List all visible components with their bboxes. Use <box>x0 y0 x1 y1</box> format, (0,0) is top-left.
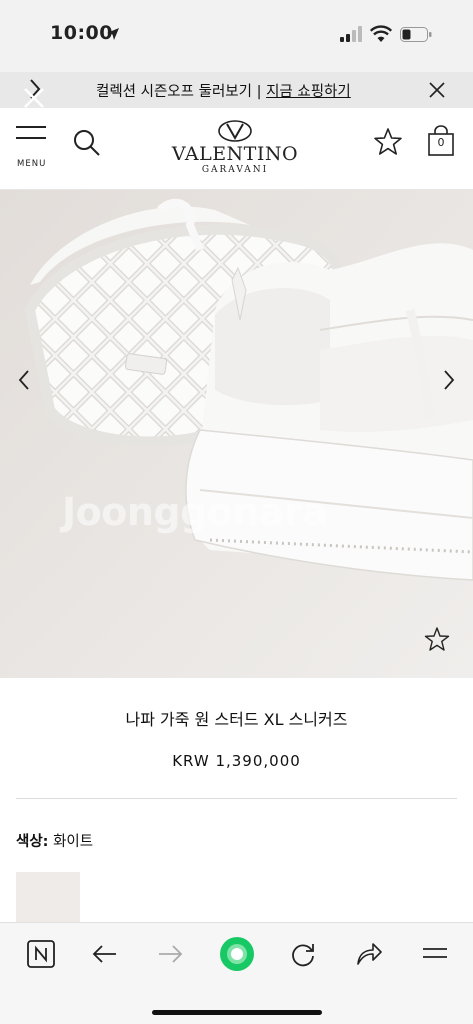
promo-shop-link[interactable]: 지금 쇼핑하기 <box>266 84 351 100</box>
browser-toolbar <box>0 922 473 1024</box>
color-value: 화이트 <box>48 834 94 850</box>
hamburger-icon <box>16 126 50 139</box>
divider <box>16 798 457 799</box>
chevron-right-icon[interactable] <box>441 368 457 392</box>
sneaker-photo <box>0 190 473 678</box>
menu-icon[interactable] <box>420 939 450 969</box>
close-overlay-icon[interactable] <box>22 86 46 110</box>
promo-text: 컬렉션 시즌오프 둘러보기 | 지금 쇼핑하기 <box>96 80 351 101</box>
home-indicator <box>152 1010 322 1015</box>
color-swatch[interactable] <box>16 872 80 928</box>
chevron-left-icon[interactable] <box>16 368 32 392</box>
color-label: 색상: <box>16 834 49 850</box>
menu-label: MENU <box>17 159 47 169</box>
signal-icon <box>340 26 362 42</box>
green-dot-icon[interactable] <box>218 935 256 973</box>
product-image-carousel[interactable]: Joonggonara <box>0 190 473 678</box>
status-bar: 10:00 <box>0 0 473 72</box>
share-icon[interactable] <box>354 939 384 969</box>
battery-icon <box>400 27 432 42</box>
forward-arrow-icon[interactable] <box>155 939 185 969</box>
product-price: KRW 1,390,000 <box>172 752 301 770</box>
shopping-bag-button[interactable]: 0 <box>426 125 456 157</box>
location-arrow-icon <box>107 28 119 40</box>
status-time: 10:00 <box>50 22 113 44</box>
brand-name: VALENTINO <box>171 143 299 165</box>
naver-n-icon[interactable] <box>26 939 56 969</box>
valentino-v-logo-icon <box>218 120 252 142</box>
close-icon[interactable] <box>427 80 447 100</box>
search-icon[interactable] <box>72 128 102 158</box>
star-icon[interactable] <box>424 626 450 652</box>
wifi-icon <box>370 25 392 42</box>
promo-banner: 컬렉션 시즌오프 둘러보기 | 지금 쇼핑하기 <box>0 72 473 108</box>
back-arrow-icon[interactable] <box>90 939 120 969</box>
reload-icon[interactable] <box>288 939 318 969</box>
brand-logo[interactable]: VALENTINO GARAVANI <box>170 120 300 180</box>
color-row: 색상: 화이트 <box>16 830 93 851</box>
promo-message: 컬렉션 시즌오프 둘러보기 | <box>96 84 267 100</box>
site-header: MENU VALENTINO GARAVANI 0 <box>0 108 473 190</box>
bag-count: 0 <box>437 136 445 149</box>
brand-subname: GARAVANI <box>201 165 269 175</box>
wishlist-star-icon[interactable] <box>372 126 404 158</box>
menu-button[interactable]: MENU <box>16 126 50 174</box>
product-name: 나파 가죽 원 스터드 XL 스니커즈 <box>125 710 348 729</box>
watermark-text: Joonggonara <box>62 490 328 534</box>
